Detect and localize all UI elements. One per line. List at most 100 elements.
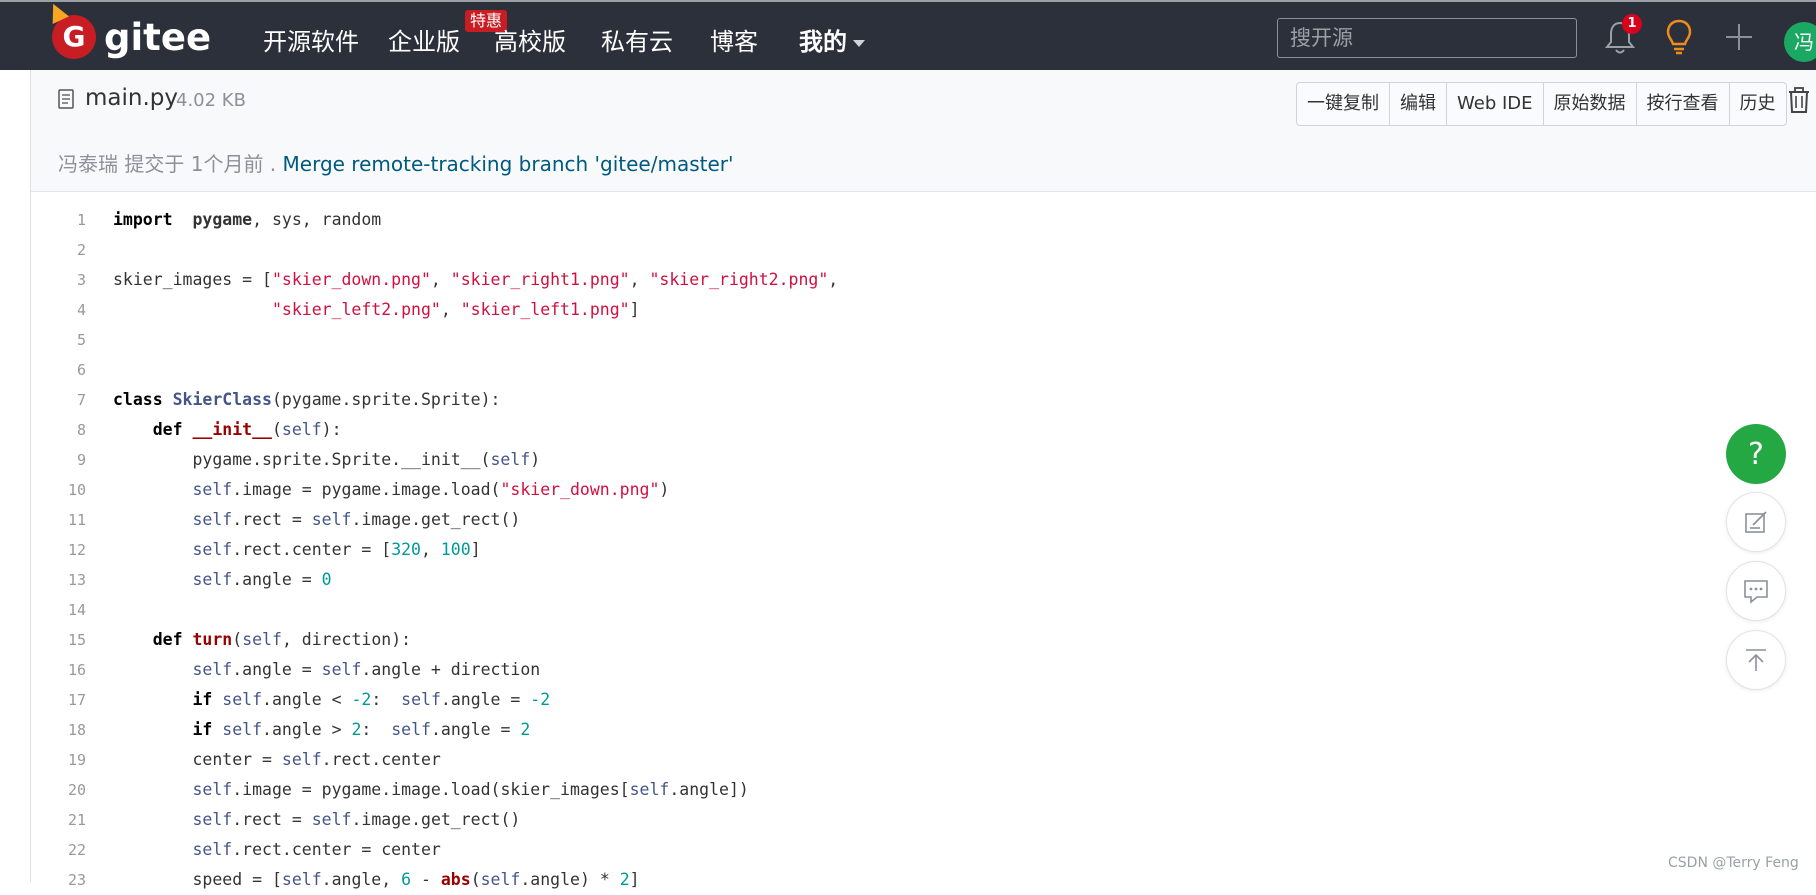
search-input[interactable]: 搜开源 <box>1277 18 1577 58</box>
code-token: 0 <box>321 570 332 589</box>
line-number[interactable]: 4 <box>31 295 86 325</box>
web-ide-button[interactable]: Web IDE <box>1447 83 1544 125</box>
code-token: self <box>192 480 233 499</box>
code-text: class SkierClass(pygame.sprite.Sprite): <box>113 385 500 415</box>
nav-item-private-cloud[interactable]: 私有云 <box>601 22 673 57</box>
code-line: 12 self.rect.center = [320, 100] <box>31 535 1816 565</box>
line-number[interactable]: 21 <box>31 805 86 835</box>
commit-message-link[interactable]: Merge remote-tracking branch 'gitee/mast… <box>283 152 734 176</box>
help-button[interactable]: ? <box>1726 424 1786 484</box>
code-token: .rect.center = center <box>232 840 441 859</box>
code-token: 100 <box>440 540 471 559</box>
code-viewer: 1 import pygame, sys, random 2 3 skier_image… <box>31 205 1816 895</box>
code-line: 8 def __init__(self): <box>31 415 1816 445</box>
nav-item-education[interactable]: 高校版 <box>494 22 566 57</box>
code-token: 320 <box>391 540 421 559</box>
code-token: self <box>321 660 362 679</box>
code-line: 21 self.rect = self.image.get_rect() <box>31 805 1816 835</box>
chat-button[interactable] <box>1726 561 1786 621</box>
plus-icon[interactable] <box>1724 22 1754 52</box>
code-line: 7 class SkierClass(pygame.sprite.Sprite): <box>31 385 1816 415</box>
code-token: ) <box>530 450 541 469</box>
line-number[interactable]: 23 <box>31 865 86 895</box>
line-number[interactable]: 18 <box>31 715 86 745</box>
code-token: , <box>828 270 839 289</box>
code-token: .image.get_rect() <box>351 810 521 829</box>
code-text: speed = [self.angle, 6 - abs(self.angle)… <box>113 865 640 895</box>
code-text: self.angle = 0 <box>113 565 332 595</box>
file-size: 4.02 KB <box>176 90 246 111</box>
line-number[interactable]: 22 <box>31 835 86 865</box>
code-line: 15 def turn(self, direction): <box>31 625 1816 655</box>
nav-item-open-source[interactable]: 开源软件 <box>263 22 359 57</box>
code-text: if self.angle < -2: self.angle = -2 <box>113 685 550 715</box>
history-button[interactable]: 历史 <box>1730 83 1786 125</box>
code-token: self <box>480 870 521 889</box>
nav-item-mine[interactable]: 我的 <box>799 22 865 57</box>
code-token: (pygame.sprite.Sprite): <box>271 390 501 409</box>
line-number[interactable]: 20 <box>31 775 86 805</box>
code-line: 13 self.angle = 0 <box>31 565 1816 595</box>
back-to-top-button[interactable] <box>1726 630 1786 690</box>
line-number[interactable]: 1 <box>31 205 86 235</box>
raw-button[interactable]: 原始数据 <box>1544 83 1637 125</box>
line-number[interactable]: 16 <box>31 655 86 685</box>
trash-icon[interactable] <box>1787 86 1811 114</box>
edit-button[interactable]: 编辑 <box>1390 83 1447 125</box>
feedback-edit-icon <box>1745 511 1767 533</box>
code-token: ( <box>470 870 481 889</box>
line-number[interactable]: 13 <box>31 565 86 595</box>
code-token: .angle = <box>430 720 521 739</box>
line-number[interactable]: 9 <box>31 445 86 475</box>
code-line: 1 import pygame, sys, random <box>31 205 1816 235</box>
code-token: 2 <box>520 720 531 739</box>
code-token: self <box>192 660 233 679</box>
code-text: import pygame, sys, random <box>113 205 381 235</box>
line-number[interactable]: 2 <box>31 235 86 265</box>
nav-item-mine-label: 我的 <box>799 28 847 56</box>
line-number[interactable]: 7 <box>31 385 86 415</box>
chat-icon <box>1744 580 1768 604</box>
code-token: - <box>411 870 441 889</box>
line-number[interactable]: 11 <box>31 505 86 535</box>
code-line: 22 self.rect.center = center <box>31 835 1816 865</box>
code-token: .image = pygame.image.load( <box>232 480 501 499</box>
copy-button[interactable]: 一键复制 <box>1297 83 1390 125</box>
user-avatar[interactable]: 冯 <box>1784 22 1816 62</box>
line-number[interactable]: 8 <box>31 415 86 445</box>
code-token: ) <box>659 480 670 499</box>
code-token: .rect = <box>232 810 312 829</box>
line-number[interactable]: 6 <box>31 355 86 385</box>
code-token: if <box>192 720 213 739</box>
feedback-button[interactable] <box>1726 492 1786 552</box>
file-icon <box>58 89 74 109</box>
commit-info: 冯泰瑞 提交于 1个月前 . Merge remote-tracking bra… <box>58 148 734 177</box>
code-token: ] <box>629 870 640 889</box>
line-number[interactable]: 19 <box>31 745 86 775</box>
code-token: self <box>311 510 352 529</box>
code-token: .image.get_rect() <box>351 510 521 529</box>
line-number[interactable]: 12 <box>31 535 86 565</box>
blame-button[interactable]: 按行查看 <box>1637 83 1730 125</box>
gitee-logo[interactable]: G gitee <box>45 0 242 64</box>
bulb-icon[interactable] <box>1664 18 1694 56</box>
line-number[interactable]: 10 <box>31 475 86 505</box>
nav-item-blog[interactable]: 博客 <box>710 22 758 57</box>
line-number[interactable]: 3 <box>31 265 86 295</box>
line-number[interactable]: 14 <box>31 595 86 625</box>
code-line: 11 self.rect = self.image.get_rect() <box>31 505 1816 535</box>
code-token: "skier_right2.png" <box>649 270 829 289</box>
gitee-logo-icon: G <box>45 0 96 59</box>
nav-item-enterprise[interactable]: 企业版 <box>388 22 460 57</box>
code-line: 4 "skier_left2.png", "skier_left1.png"] <box>31 295 1816 325</box>
file-action-group: 一键复制 编辑 Web IDE 原始数据 按行查看 历史 <box>1296 82 1787 126</box>
line-number[interactable]: 15 <box>31 625 86 655</box>
line-number[interactable]: 17 <box>31 685 86 715</box>
line-number[interactable]: 5 <box>31 325 86 355</box>
